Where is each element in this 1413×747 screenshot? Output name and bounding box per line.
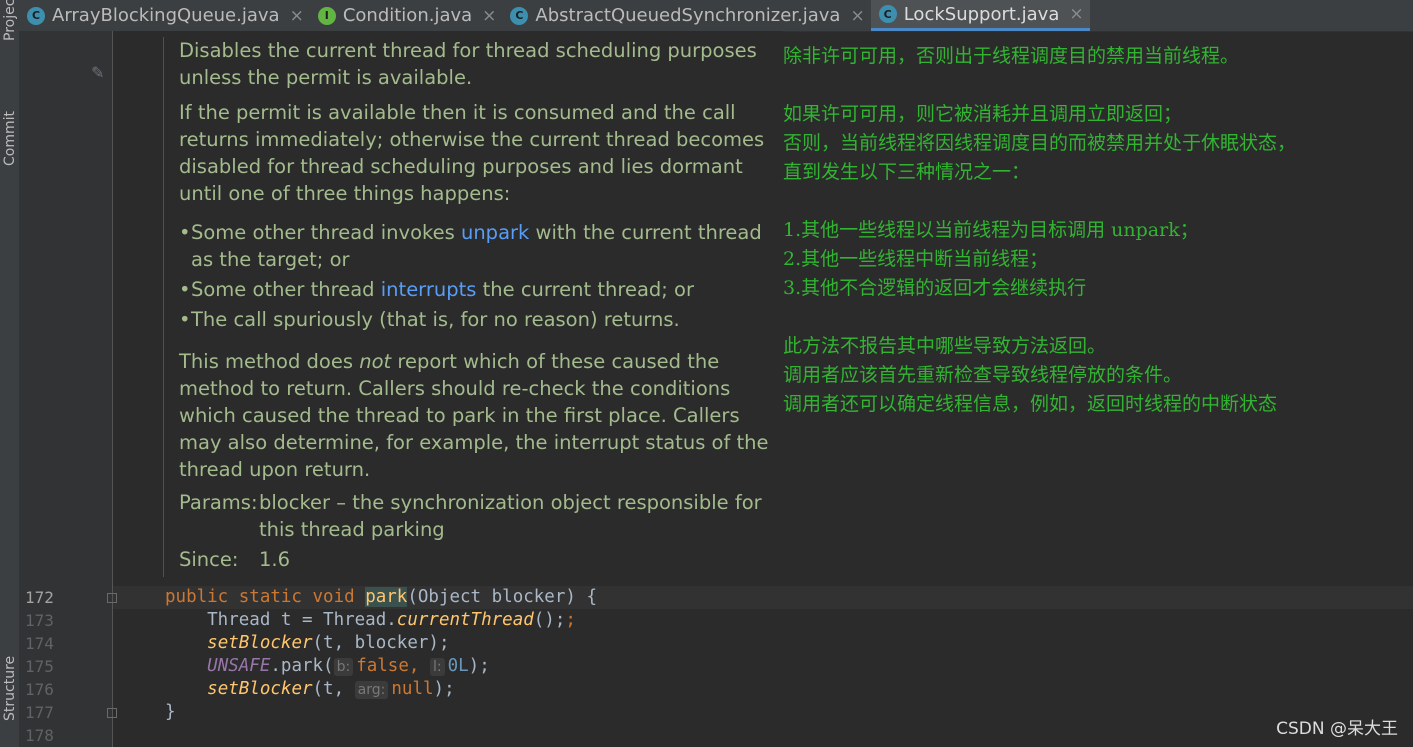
translation-line: 除非许可可用，否则出于线程调度目的禁用当前线程。: [783, 45, 1240, 67]
line-number[interactable]: 175: [19, 655, 112, 678]
tab-label: Condition.java: [342, 5, 473, 26]
translation-line: 调用者应该首先重新检查导致线程停放的条件。: [783, 364, 1183, 386]
doc-since: Since: 1.6: [179, 546, 783, 573]
parameter-hint: arg:: [354, 681, 389, 699]
code-line[interactable]: setBlocker(t, arg: null);: [165, 678, 455, 701]
translation-line: 1.其他一些线程以当前线程为目标调用 unpark；: [783, 219, 1199, 241]
doc-paragraph: This method does not report which of the…: [179, 348, 783, 483]
since-value: 1.6: [259, 548, 291, 571]
doc-paragraph: If the permit is available then it is co…: [179, 101, 765, 205]
line-number[interactable]: 178: [19, 724, 112, 747]
translation-line: 直到发生以下三种情况之一：: [783, 161, 1031, 183]
code-text: ();: [533, 610, 566, 630]
close-icon[interactable]: ×: [850, 6, 864, 26]
commit-tool-button[interactable]: Commit: [1, 111, 19, 166]
code-line[interactable]: }: [165, 701, 176, 724]
doc-list: Some other thread invokes unpark with th…: [179, 219, 783, 333]
unpark-link[interactable]: unpark: [461, 221, 529, 244]
doc-left-border: [163, 37, 164, 577]
translation-line: 调用者还可以确定线程信息，例如，返回时线程的中断状态: [783, 393, 1278, 415]
keyword: public static void: [165, 587, 366, 607]
method-call: setBlocker: [207, 679, 313, 699]
parameter-hint: b:: [333, 658, 354, 676]
static-field: UNSAFE: [207, 656, 271, 676]
params-text: blocker – the synchronization object res…: [259, 491, 762, 541]
code-line[interactable]: public static void park(Object blocker) …: [165, 586, 597, 609]
list-text: Some other thread invokes: [191, 221, 461, 244]
class-icon: C: [27, 6, 45, 25]
close-icon[interactable]: ×: [482, 6, 496, 26]
parameter-hint: l:: [429, 658, 445, 676]
code-text: (Object blocker) {: [407, 587, 597, 607]
translation-line: [783, 303, 1408, 332]
translation-line: 否则，当前线程将因线程调度目的而被禁用并处于休眠状态，: [783, 132, 1297, 154]
method-name: park: [365, 587, 408, 607]
keyword: false: [356, 656, 409, 676]
code-text: ,: [408, 656, 430, 676]
line-number[interactable]: 173: [19, 609, 112, 632]
method-call: setBlocker: [207, 633, 313, 653]
line-number[interactable]: 172: [19, 586, 112, 609]
line-number[interactable]: 177: [19, 701, 112, 724]
translation-line: [783, 71, 1408, 100]
translation-line: 如果许可可用，则它被消耗并且调用立即返回；: [783, 103, 1183, 125]
code-text: (t,: [312, 679, 355, 699]
javadoc-body: Disables the current thread for thread s…: [179, 37, 783, 573]
close-icon[interactable]: ×: [1069, 4, 1083, 24]
interface-icon: I: [317, 6, 336, 25]
tab-label: AbstractQueuedSynchronizer.java: [535, 5, 841, 26]
list-item: The call spuriously (that is, for no rea…: [179, 306, 783, 333]
method-call: currentThread: [396, 610, 534, 630]
tab-condition[interactable]: I Condition.java ×: [310, 0, 503, 31]
doc-params: Params: blocker – the synchronization ob…: [179, 489, 783, 543]
project-tool-button[interactable]: Project: [1, 0, 19, 41]
class-icon: C: [510, 6, 529, 25]
fold-end-icon[interactable]: [107, 708, 117, 718]
code-text: .park(: [270, 656, 334, 676]
translation-line: [783, 187, 1408, 216]
tab-label: ArrayBlockingQueue.java: [52, 5, 280, 26]
editor-tab-bar: C ArrayBlockingQueue.java × I Condition.…: [19, 0, 1413, 32]
code-text: );: [433, 679, 455, 699]
code-text: Thread t = Thread.: [165, 610, 397, 630]
code-line[interactable]: setBlocker(t, blocker);: [165, 632, 449, 655]
doc-emphasis: not: [359, 350, 392, 373]
edit-doc-icon[interactable]: ✎: [91, 63, 104, 82]
tab-locksupport[interactable]: C LockSupport.java ×: [870, 0, 1090, 31]
list-text: Some other thread: [191, 278, 381, 301]
structure-tool-button[interactable]: Structure: [1, 656, 19, 721]
since-label: Since:: [179, 548, 239, 571]
list-text: the current thread; or: [476, 278, 694, 301]
code-line[interactable]: Thread t = Thread.currentThread();;: [165, 609, 576, 632]
doc-text: This method does: [179, 350, 360, 373]
rendered-javadoc: Disables the current thread for thread s…: [113, 31, 783, 583]
tab-arrayblockingqueue[interactable]: C ArrayBlockingQueue.java ×: [19, 0, 310, 31]
tab-abstractqueuedsynchronizer[interactable]: C AbstractQueuedSynchronizer.java ×: [502, 0, 870, 31]
list-item: Some other thread invokes unpark with th…: [179, 219, 783, 273]
close-icon[interactable]: ×: [290, 6, 304, 26]
code-text: );: [468, 656, 490, 676]
list-item: Some other thread interrupts the current…: [179, 276, 783, 303]
params-label: Params:: [179, 491, 258, 514]
interrupts-link[interactable]: interrupts: [381, 278, 477, 301]
left-tool-strip: Project Commit Structure: [0, 0, 20, 747]
fold-collapse-icon[interactable]: [107, 593, 117, 603]
watermark: CSDN @呆大王: [1276, 719, 1398, 739]
number-literal: 0L: [447, 656, 469, 676]
keyword: null: [391, 679, 434, 699]
code-line[interactable]: UNSAFE.park(b: false, l: 0L);: [165, 655, 490, 678]
translation-line: 2.其他一些线程中断当前线程；: [783, 248, 1049, 270]
doc-paragraph: Disables the current thread for thread s…: [179, 39, 757, 89]
line-number[interactable]: 174: [19, 632, 112, 655]
line-number[interactable]: 176: [19, 678, 112, 701]
translation-line: 3.其他不合逻辑的返回才会继续执行: [783, 277, 1087, 299]
tab-label: LockSupport.java: [903, 3, 1060, 25]
code-text: (t, blocker);: [312, 633, 450, 653]
translation-line: 此方法不报告其中哪些导致方法返回。: [783, 335, 1107, 357]
translation-comment: 除非许可可用，否则出于线程调度目的禁用当前线程。 如果许可可用，则它被消耗并且调…: [783, 42, 1408, 419]
class-icon: C: [878, 5, 897, 23]
